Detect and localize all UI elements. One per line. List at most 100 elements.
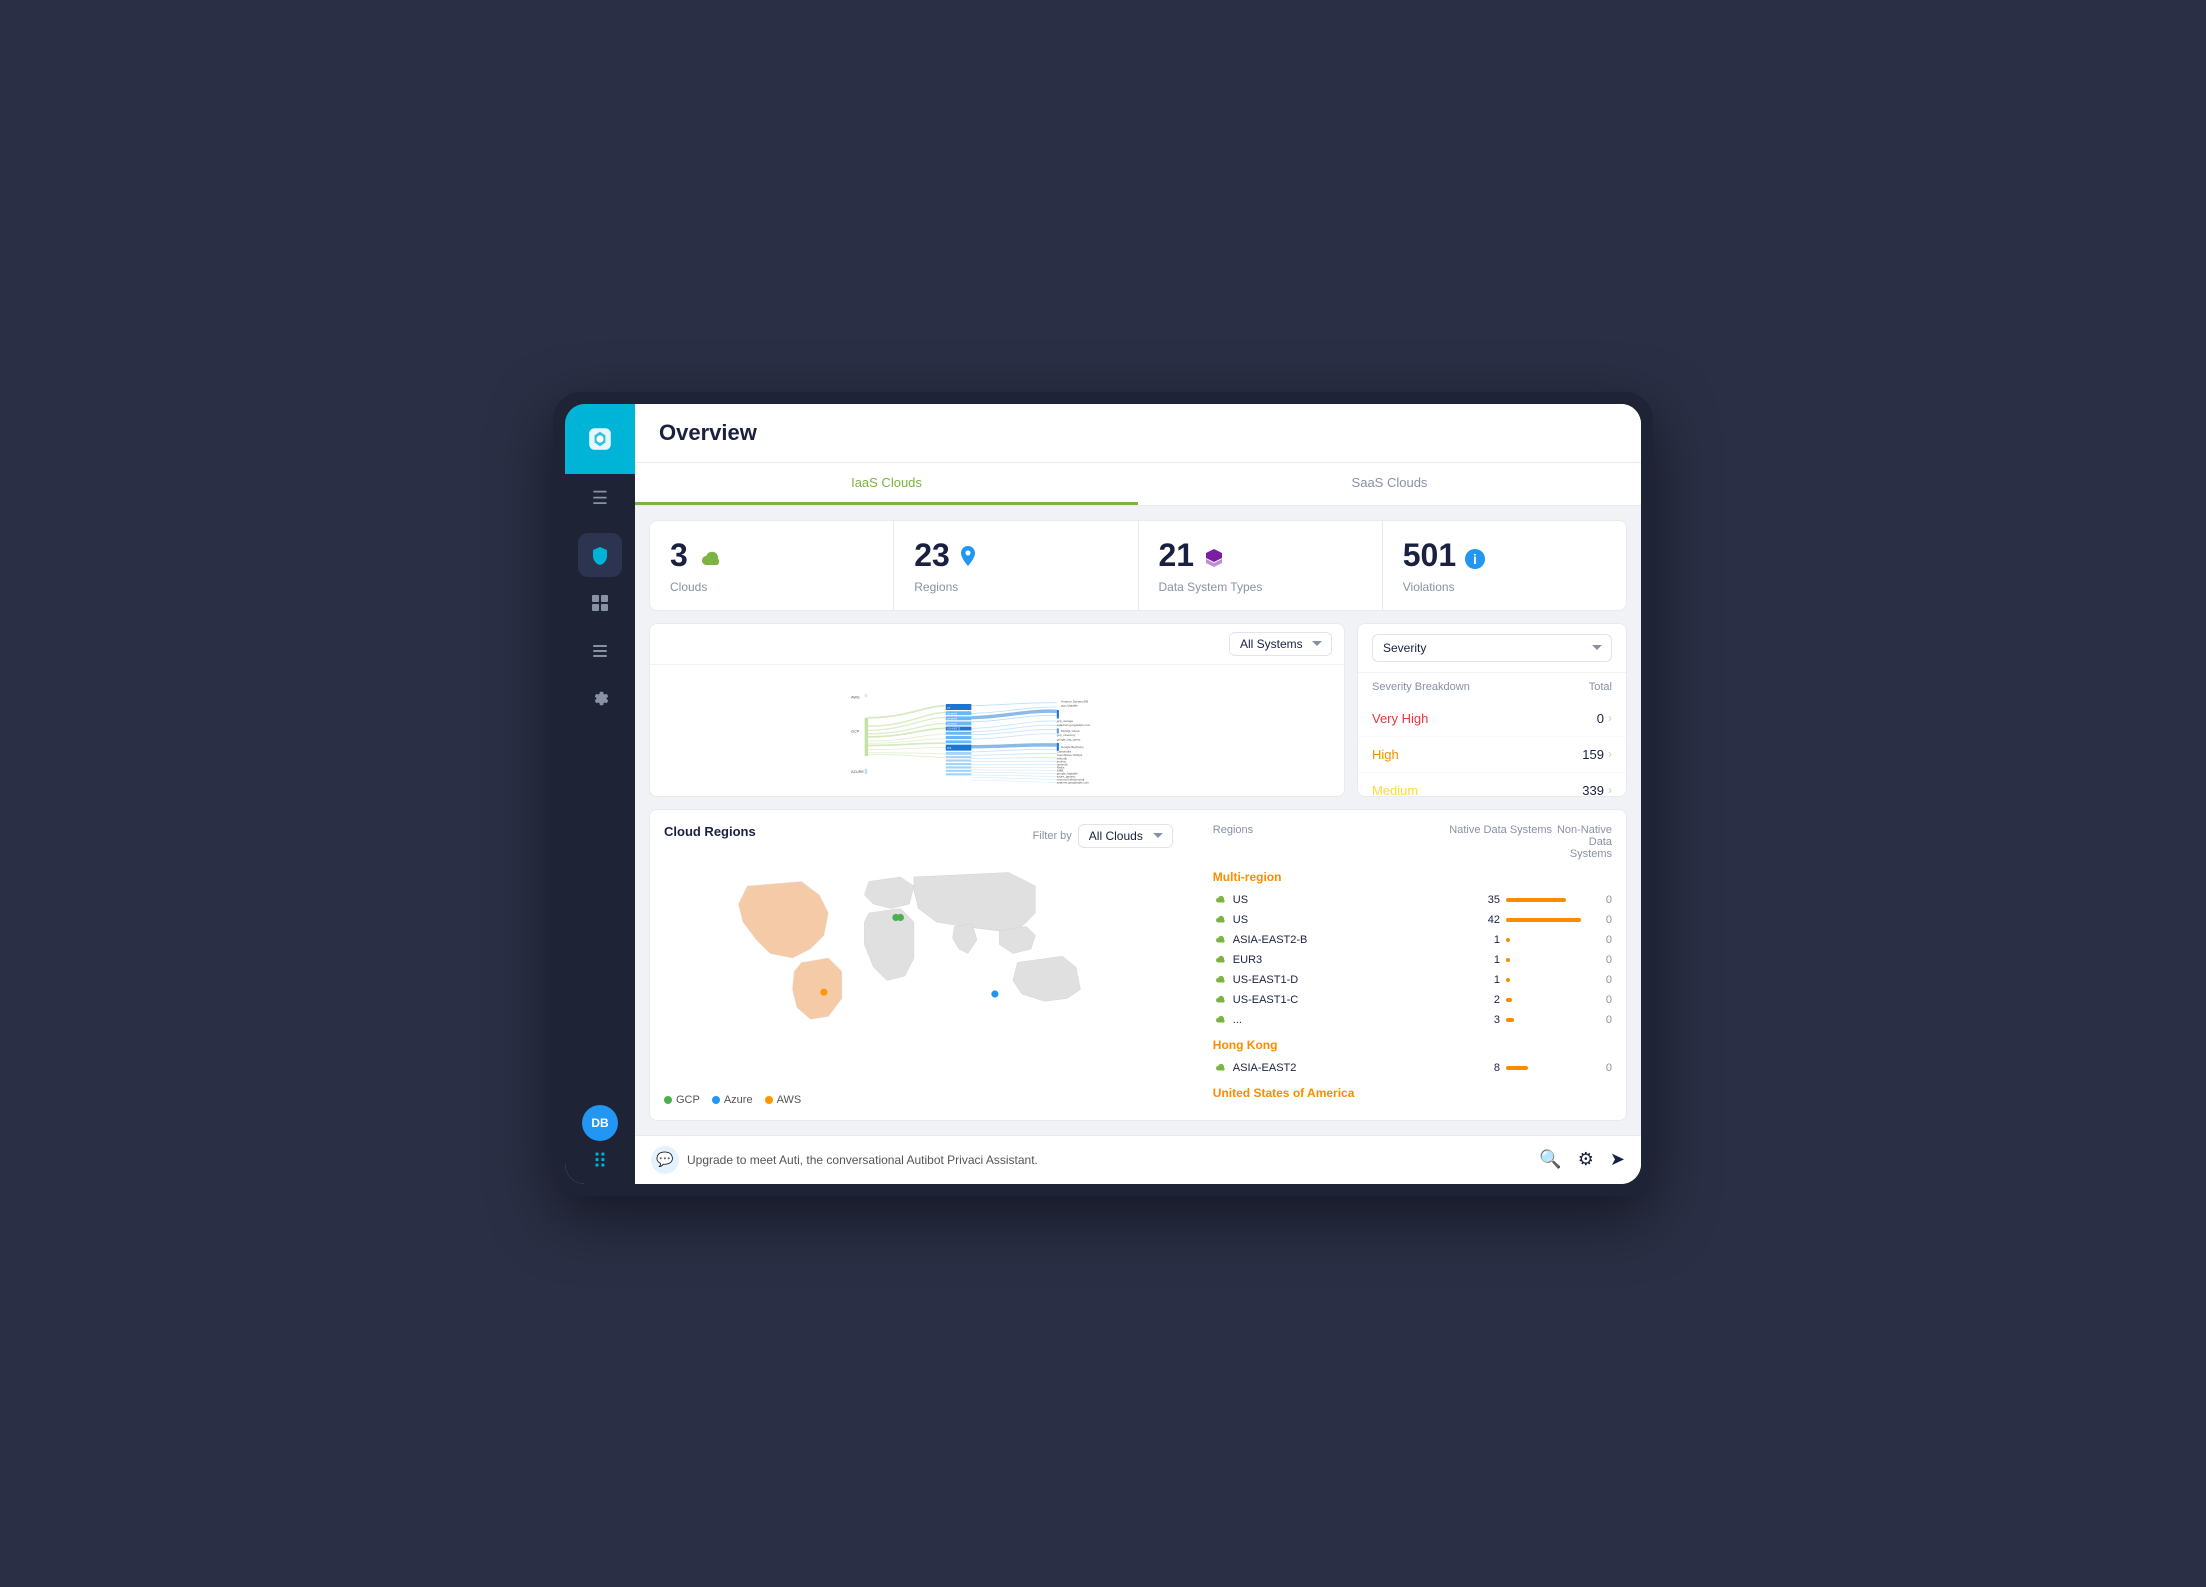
severity-rows: Very High 0 › High 159 ›	[1358, 701, 1626, 797]
region-non-native: 0	[1592, 954, 1612, 966]
sankey-chart: AWS GCP AZURE us	[650, 665, 1344, 796]
cloud-filter-select[interactable]: All Clouds AWS GCP Azure	[1078, 824, 1173, 848]
native-col-label: Native Data Systems	[1432, 824, 1552, 860]
region-name: ...	[1233, 1014, 1464, 1026]
map-panel: Cloud Regions Filter by All Clouds AWS G…	[650, 810, 1187, 1120]
region-row: EUR3 1 0	[1213, 950, 1612, 970]
region-bar	[1506, 978, 1510, 982]
sidebar-item-settings[interactable]	[578, 677, 622, 721]
svg-text:US: US	[947, 745, 951, 749]
clouds-label: Clouds	[670, 580, 873, 594]
region-group-hongkong: Hong Kong	[1213, 1038, 1612, 1052]
dashboard-content: 3 Clouds 23	[635, 506, 1641, 1135]
severity-select[interactable]: Severity Category Type	[1372, 634, 1612, 662]
region-non-native: 0	[1592, 914, 1612, 926]
svg-text:Cassandra: Cassandra	[1057, 749, 1072, 753]
sidebar-item-list[interactable]	[578, 629, 622, 673]
sidebar: ☰ DB ⠿	[565, 404, 635, 1184]
page-title: Overview	[659, 420, 1617, 446]
cloud-icon-small	[1213, 975, 1227, 985]
user-avatar[interactable]: DB	[582, 1105, 618, 1141]
bottom-section: Cloud Regions Filter by All Clouds AWS G…	[649, 809, 1627, 1121]
severity-row-high[interactable]: High 159 ›	[1358, 737, 1626, 773]
cloud-icon-small	[1213, 1015, 1227, 1025]
region-bar-container	[1506, 938, 1586, 942]
severity-breakdown-header: Severity Breakdown Total	[1358, 673, 1626, 701]
footer-bar: 💬 Upgrade to meet Auti, the conversation…	[635, 1135, 1641, 1184]
map-legend: GCP Azure AWS	[664, 1094, 1173, 1106]
stat-regions: 23 Regions	[894, 521, 1138, 610]
severity-panel: Severity Category Type Severity Breakdow…	[1357, 623, 1627, 797]
legend-gcp: GCP	[664, 1094, 700, 1106]
regions-label: Regions	[914, 580, 1117, 594]
svg-text:us-west3: us-west3	[947, 716, 958, 720]
severity-count-high: 159	[1582, 747, 1604, 762]
region-name: US	[1233, 914, 1464, 926]
search-icon[interactable]: 🔍	[1539, 1149, 1561, 1170]
region-count: 2	[1470, 994, 1500, 1006]
region-bar-container	[1506, 958, 1586, 962]
region-bar-container	[1506, 918, 1586, 922]
region-group-multi: Multi-region	[1213, 870, 1612, 884]
region-non-native: 0	[1592, 1014, 1612, 1026]
aws-dot	[765, 1096, 773, 1104]
region-bar-container	[1506, 1066, 1586, 1070]
severity-label-very-high: Very High	[1372, 711, 1428, 726]
region-bar-container	[1506, 978, 1586, 982]
severity-breakdown-label: Severity Breakdown	[1372, 681, 1470, 693]
arrow-right-icon[interactable]: ➤	[1610, 1149, 1625, 1170]
svg-text:Amazon DynamoDB: Amazon DynamoDB	[1061, 699, 1088, 703]
region-non-native: 0	[1592, 894, 1612, 906]
svg-text:us-west1: us-west1	[947, 711, 958, 715]
svg-text:US-WEST2: US-WEST2	[947, 726, 961, 730]
region-non-native: 0	[1592, 934, 1612, 946]
footer-message: 💬 Upgrade to meet Auti, the conversation…	[651, 1146, 1038, 1174]
logo[interactable]	[565, 404, 635, 474]
severity-count-medium: 339	[1582, 783, 1604, 797]
region-non-native: 0	[1592, 994, 1612, 1006]
regions-panel: Regions Native Data Systems Non-Native D…	[1199, 810, 1626, 1120]
cloud-tabs: IaaS Clouds SaaS Clouds	[635, 463, 1641, 506]
map-filter-row: Cloud Regions Filter by All Clouds AWS G…	[664, 824, 1173, 849]
map-title: Cloud Regions	[664, 824, 756, 839]
region-count: 1	[1470, 954, 1500, 966]
footer-text: Upgrade to meet Auti, the conversational…	[687, 1153, 1038, 1167]
svg-text:MySQL Cloud: MySQL Cloud	[1061, 728, 1080, 732]
stat-violations: 501 i Violations	[1383, 521, 1626, 610]
region-row: US 35 0	[1213, 890, 1612, 910]
menu-toggle[interactable]: ☰	[578, 474, 622, 523]
sidebar-item-dashboard[interactable]	[578, 581, 622, 625]
filter-icon[interactable]: ⚙	[1578, 1149, 1594, 1170]
svg-text:Google Cloud Storage: Google Cloud Storage	[1059, 712, 1089, 716]
region-group-usa: United States of America	[1213, 1086, 1612, 1100]
total-label: Total	[1589, 681, 1612, 693]
tab-saas[interactable]: SaaS Clouds	[1138, 463, 1641, 505]
legend-gcp-label: GCP	[676, 1094, 700, 1106]
non-native-col-label: Non-Native Data Systems	[1552, 824, 1612, 860]
top-bar: Overview	[635, 404, 1641, 463]
region-count: 1	[1470, 934, 1500, 946]
cloud-icon	[696, 541, 724, 578]
severity-filter-row: Severity Category Type	[1358, 624, 1626, 673]
svg-text:GCP: GCP	[851, 729, 860, 733]
legend-azure: Azure	[712, 1094, 753, 1106]
region-row: ... 3 0	[1213, 1010, 1612, 1030]
severity-row-medium[interactable]: Medium 339 ›	[1358, 773, 1626, 797]
footer-icons: 🔍 ⚙ ➤	[1539, 1149, 1625, 1170]
svg-text:AWS: AWS	[851, 695, 860, 699]
stats-row: 3 Clouds 23	[649, 520, 1627, 611]
app-grid-icon[interactable]: ⠿	[593, 1149, 608, 1174]
violations-value: 501	[1403, 537, 1456, 574]
tab-iaas[interactable]: IaaS Clouds	[635, 463, 1138, 505]
severity-row-very-high[interactable]: Very High 0 ›	[1358, 701, 1626, 737]
chat-bubble-icon: 💬	[651, 1146, 679, 1174]
stat-data-system-types: 21 Data System Types	[1139, 521, 1383, 610]
region-bar	[1506, 898, 1566, 902]
sidebar-item-shield[interactable]	[578, 533, 622, 577]
chevron-right-icon: ›	[1608, 783, 1612, 797]
sankey-filter-select[interactable]: All Systems AWS GCP Azure	[1229, 632, 1332, 656]
main-content: Overview IaaS Clouds SaaS Clouds 3	[635, 404, 1641, 1184]
sankey-filter-row: All Systems AWS GCP Azure	[650, 624, 1344, 665]
svg-text:Google BigQuery: Google BigQuery	[1061, 745, 1084, 749]
svg-text:i: i	[1473, 551, 1477, 567]
